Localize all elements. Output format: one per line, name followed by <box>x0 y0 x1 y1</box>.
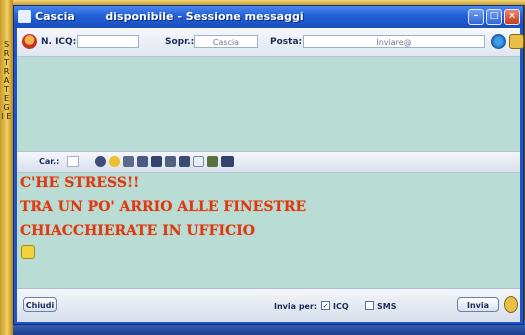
left-strip-text: S R T R A T E G I E <box>1 40 12 121</box>
message-history-area[interactable] <box>17 57 520 151</box>
message-line: C'HE STRESS!! <box>20 175 140 191</box>
image-icon[interactable] <box>151 156 162 167</box>
nickname-label: Sopr.: <box>165 37 195 47</box>
contact-avatar-icon[interactable] <box>22 34 37 49</box>
close-button[interactable]: Chiudi <box>23 297 57 312</box>
email-field[interactable]: Inviare@ <box>303 35 485 48</box>
message-window: Cascia disponibile - Sessione messaggi –… <box>13 5 524 325</box>
app-icon <box>18 10 31 23</box>
decorative-left-strip: S R T R A T E G I E <box>0 0 13 335</box>
icq-checkbox[interactable]: ✓ <box>321 301 330 310</box>
message-line: CHIACCHIERATE IN UFFICIO <box>20 223 255 239</box>
contact-number-field[interactable] <box>77 35 139 48</box>
grid-icon[interactable] <box>137 156 148 167</box>
send-via-label: Invia per: <box>274 302 318 311</box>
minimize-icon[interactable]: – <box>468 9 484 25</box>
maximize-icon[interactable]: □ <box>486 9 502 25</box>
sms-option-label: SMS <box>377 302 397 311</box>
close-icon[interactable]: × <box>504 9 520 25</box>
globe-icon[interactable] <box>491 34 506 49</box>
more-icon[interactable] <box>221 156 234 167</box>
send-button[interactable]: Invia <box>457 297 499 312</box>
window-controls: – □ × <box>468 9 520 25</box>
person-icon[interactable] <box>123 156 134 167</box>
page-icon[interactable] <box>193 156 204 167</box>
window-client-area: N. ICQ: Sopr.: Cascia Posta: Inviare@ Ca… <box>17 28 524 322</box>
contact-card-icon[interactable] <box>509 34 524 49</box>
message-line: TRA UN PO' ARRIO ALLE FINESTRE <box>20 199 307 215</box>
font-select[interactable] <box>67 156 79 167</box>
icq-option-label: ICQ <box>333 302 349 311</box>
contact-header: N. ICQ: Sopr.: Cascia Posta: Inviare@ <box>17 28 524 57</box>
flower-icon[interactable] <box>504 296 518 313</box>
compose-area[interactable]: C'HE STRESS!! TRA UN PO' ARRIO ALLE FINE… <box>17 173 520 288</box>
title-bar[interactable]: Cascia disponibile - Sessione messaggi –… <box>14 6 523 28</box>
email-label: Posta: <box>270 37 303 47</box>
footer-bar: Chiudi Invia per: ✓ ICQ SMS Invia <box>17 288 520 322</box>
contact-label: N. ICQ: <box>41 37 77 47</box>
photo-icon[interactable] <box>207 156 218 167</box>
format-toolbar: Car.: <box>17 151 520 173</box>
sms-checkbox[interactable] <box>365 301 374 310</box>
bold-icon[interactable] <box>95 156 106 167</box>
nickname-field[interactable]: Cascia <box>194 35 258 48</box>
emoticon-icon <box>21 245 35 259</box>
window-title: Cascia disponibile - Sessione messaggi <box>35 10 304 23</box>
font-label: Car.: <box>39 157 60 166</box>
calendar-icon[interactable] <box>179 156 190 167</box>
list-icon[interactable] <box>165 156 176 167</box>
smiley-icon[interactable] <box>109 156 120 167</box>
